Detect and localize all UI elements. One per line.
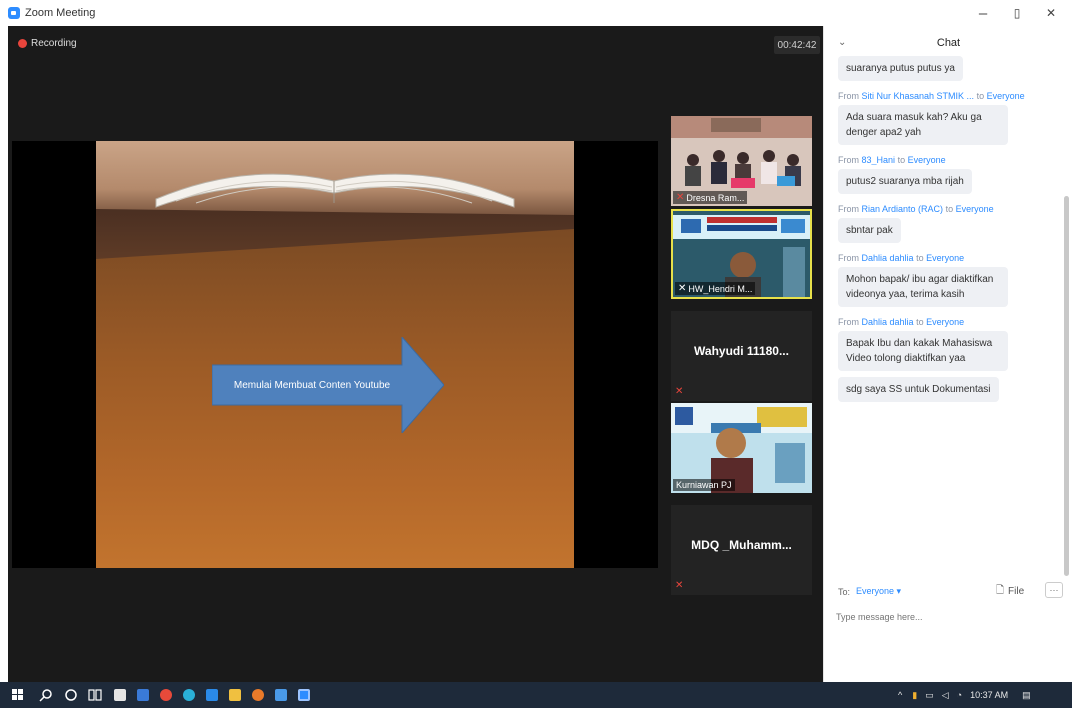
mic-icon: ✕ bbox=[678, 283, 687, 294]
chevron-down-icon[interactable]: ⌄ bbox=[838, 37, 846, 48]
mic-muted-icon: ✕ bbox=[675, 386, 684, 397]
slide-book-image bbox=[96, 141, 574, 221]
title-bar: Zoom Meeting – ▯ ✕ bbox=[0, 0, 1072, 26]
chat-messages[interactable]: suaranya putus putus ya From Siti Nur Kh… bbox=[824, 56, 1064, 576]
record-icon bbox=[18, 39, 27, 48]
chat-bubble: sdg saya SS untuk Dokumentasi bbox=[838, 377, 999, 402]
clock-time[interactable]: 10:37 AM bbox=[970, 690, 1008, 700]
chat-bubble: Bapak Ibu dan kakak Mahasiswa Video tolo… bbox=[838, 331, 1008, 371]
chat-recipient: To: Everyone ▾ bbox=[838, 586, 901, 597]
recording-indicator[interactable]: Recording bbox=[18, 38, 77, 49]
presentation-slide: Memulai Membuat Conten Youtube bbox=[96, 141, 574, 568]
chat-sender-line: From Dahlia dahlia to Everyone bbox=[838, 317, 965, 327]
chat-message: sdg saya SS untuk Dokumentasi bbox=[824, 377, 1064, 402]
participant-name: HW_Hendri M... bbox=[688, 283, 753, 294]
zoom-app-icon bbox=[8, 7, 20, 19]
edge-icon[interactable] bbox=[183, 689, 195, 701]
zoom-window: Zoom Meeting – ▯ ✕ Recording 00:42:42 Me… bbox=[0, 0, 1072, 708]
recipient-select[interactable]: Everyone ▾ bbox=[856, 586, 901, 597]
mic-muted-icon: ✕ bbox=[676, 192, 685, 203]
mic-muted-icon: ✕ bbox=[675, 580, 684, 591]
chat-sender-line: From Dahlia dahlia to Everyone bbox=[838, 253, 965, 263]
file-explorer-icon[interactable] bbox=[229, 689, 241, 701]
windows-taskbar: ^ ▮ ▭ ◁ ◔ 10:37 AM ▤ bbox=[0, 682, 1072, 708]
chat-message: From Rian Ardianto (RAC) to Everyone sbn… bbox=[824, 204, 1064, 243]
word-icon[interactable] bbox=[206, 689, 218, 701]
chat-header: ⌄ Chat bbox=[824, 26, 1072, 60]
more-options-button[interactable]: ··· bbox=[1045, 582, 1063, 598]
participant-tile[interactable]: Kurniawan PJ bbox=[671, 403, 812, 493]
chat-sender-line: From Rian Ardianto (RAC) to Everyone bbox=[838, 204, 994, 214]
chat-bubble: putus2 suaranya mba rijah bbox=[838, 169, 972, 194]
chat-message: From Dahlia dahlia to Everyone Mohon bap… bbox=[824, 253, 1064, 307]
participant-tile[interactable]: MDQ _Muhamm... ✕ bbox=[671, 505, 812, 595]
recording-label: Recording bbox=[31, 38, 77, 49]
volume-icon[interactable]: ◁ bbox=[942, 690, 949, 701]
cortana-icon[interactable] bbox=[64, 688, 78, 702]
participant-tile-active[interactable]: ✕ HW_Hendri M... bbox=[671, 209, 812, 299]
system-tray: ^ ▮ ▭ ◁ ◔ 10:37 AM ▤ bbox=[898, 682, 1031, 708]
participant-name: Dresna Ram... bbox=[686, 192, 745, 203]
open-book-icon bbox=[155, 173, 515, 208]
task-view-icon[interactable] bbox=[88, 688, 102, 702]
participant-tile[interactable]: Wahyudi 11180... ✕ bbox=[671, 311, 812, 401]
chat-message-input[interactable] bbox=[836, 608, 1061, 626]
participant-name: Wahyudi 11180... bbox=[694, 344, 789, 358]
restore-button[interactable]: ▯ bbox=[1000, 0, 1034, 26]
tray-app-icon[interactable]: ▮ bbox=[912, 690, 917, 701]
meeting-timer: 00:42:42 bbox=[774, 36, 820, 54]
wifi-icon[interactable]: ◔ bbox=[957, 690, 962, 700]
chrome-icon[interactable] bbox=[160, 689, 172, 701]
chat-sender-line: From 83_Hani to Everyone bbox=[838, 155, 946, 165]
participant-name: MDQ _Muhamm... bbox=[691, 538, 792, 552]
chat-message: suaranya putus putus ya bbox=[824, 56, 1064, 81]
chat-panel: ⌄ Chat suaranya putus putus ya From Siti… bbox=[823, 26, 1072, 682]
chat-message: From Dahlia dahlia to Everyone Bapak Ibu… bbox=[824, 317, 1064, 371]
file-icon: 🗋 bbox=[996, 585, 1005, 596]
chat-message: From Siti Nur Khasanah STMIK ... to Ever… bbox=[824, 91, 1064, 145]
meeting-video-area: Recording 00:42:42 Memulai Membuat Conte… bbox=[8, 26, 823, 682]
store-icon[interactable] bbox=[114, 689, 126, 701]
chat-scrollbar[interactable] bbox=[1064, 196, 1069, 576]
slide-band bbox=[96, 209, 574, 259]
notification-icon[interactable]: ▤ bbox=[1022, 690, 1031, 701]
chat-sender-line: From Siti Nur Khasanah STMIK ... to Ever… bbox=[838, 91, 1025, 101]
slide-arrow-text: Memulai Membuat Conten Youtube bbox=[233, 379, 391, 391]
tray-arrow-icon[interactable]: ^ bbox=[898, 690, 902, 700]
search-icon[interactable] bbox=[39, 688, 53, 702]
close-button[interactable]: ✕ bbox=[1034, 0, 1068, 26]
mail-icon[interactable] bbox=[137, 689, 149, 701]
network-icon[interactable]: ▭ bbox=[925, 690, 934, 701]
file-label: File bbox=[1008, 586, 1025, 597]
participant-name-badge: ✕ Dresna Ram... bbox=[673, 191, 748, 204]
chat-title: Chat bbox=[936, 37, 961, 49]
chat-bubble: sbntar pak bbox=[838, 218, 901, 243]
file-button[interactable]: 🗋 File bbox=[996, 583, 1024, 600]
participant-name-badge: ✕ HW_Hendri M... bbox=[675, 282, 756, 295]
window-title: Zoom Meeting bbox=[25, 7, 96, 19]
chat-message: From 83_Hani to Everyone putus2 suaranya… bbox=[824, 155, 1064, 194]
app-icon[interactable] bbox=[275, 689, 287, 701]
shared-screen[interactable]: Memulai Membuat Conten Youtube bbox=[12, 141, 658, 568]
chat-bubble: Ada suara masuk kah? Aku ga denger apa2 … bbox=[838, 105, 1008, 145]
participant-tile[interactable]: ✕ Dresna Ram... bbox=[671, 116, 812, 206]
chat-bubble: suaranya putus putus ya bbox=[838, 56, 963, 81]
windows-start-icon[interactable] bbox=[12, 689, 24, 701]
participant-name: Kurniawan PJ bbox=[676, 480, 732, 490]
chat-bubble: Mohon bapak/ ibu agar diaktifkan videony… bbox=[838, 267, 1008, 307]
zoom-taskbar-icon[interactable] bbox=[298, 689, 310, 701]
firefox-icon[interactable] bbox=[252, 689, 264, 701]
minimize-button[interactable]: – bbox=[966, 0, 1000, 26]
to-label: To: bbox=[838, 586, 851, 597]
participant-name-badge: Kurniawan PJ bbox=[673, 479, 735, 491]
